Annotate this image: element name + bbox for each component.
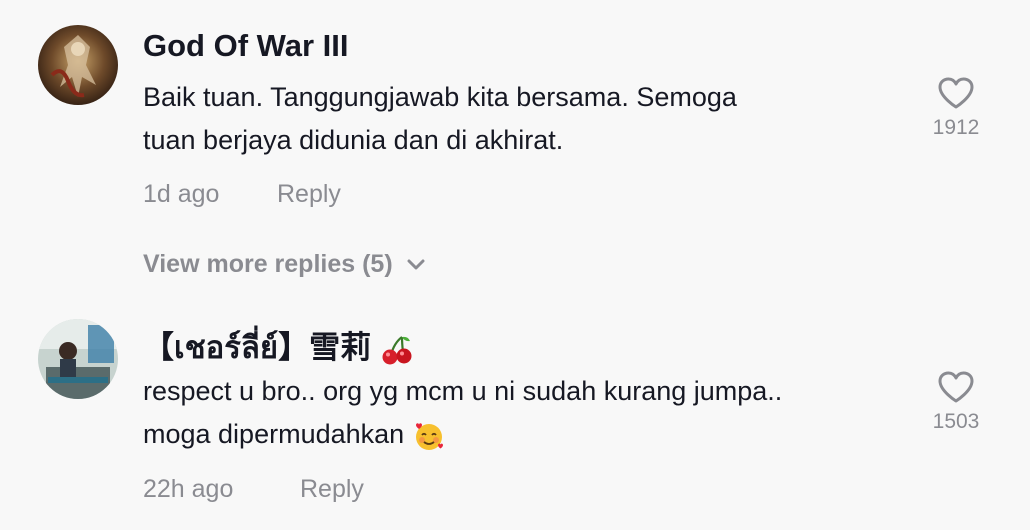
avatar-image — [38, 25, 118, 105]
cherry-emoji — [382, 335, 412, 365]
reply-button[interactable]: Reply — [300, 475, 364, 504]
heart-outline-icon[interactable] — [937, 370, 975, 404]
comment-text-line-1: respect u bro.. org yg mcm u ni sudah ku… — [143, 376, 783, 406]
like-count: 1503 — [932, 410, 980, 433]
heart-outline-icon[interactable] — [937, 76, 975, 110]
reply-button[interactable]: Reply — [277, 180, 341, 209]
avatar-image — [38, 319, 118, 399]
comment-username[interactable]: 【เชอร์ลี่ย์】雪莉 — [143, 322, 414, 372]
smiling-face-with-hearts-emoji — [415, 423, 443, 450]
like-control: 1503 — [916, 370, 996, 434]
comment-username-text: 【เชอร์ลี่ย์】雪莉 — [143, 330, 372, 365]
comment-timestamp: 22h ago — [143, 475, 234, 503]
avatar[interactable] — [38, 319, 118, 399]
comment-text-line-2: tuan berjaya didunia dan di akhirat. — [143, 125, 564, 155]
view-more-replies-button[interactable]: View more replies (5) — [143, 250, 425, 279]
comment-text-line-2: moga dipermudahkan — [143, 410, 446, 458]
avatar[interactable] — [38, 25, 118, 105]
comment-username[interactable]: God Of War III — [143, 28, 349, 64]
comment-text-line-1: Baik tuan. Tanggungjawab kita bersama. S… — [143, 82, 737, 112]
comment-timestamp: 1d ago — [143, 180, 220, 208]
comment-text-line-2-text: moga dipermudahkan — [143, 419, 405, 449]
like-count: 1912 — [932, 116, 980, 139]
chevron-down-icon — [407, 259, 425, 269]
view-more-replies-label: View more replies (5) — [143, 250, 393, 278]
like-control: 1912 — [916, 76, 996, 140]
